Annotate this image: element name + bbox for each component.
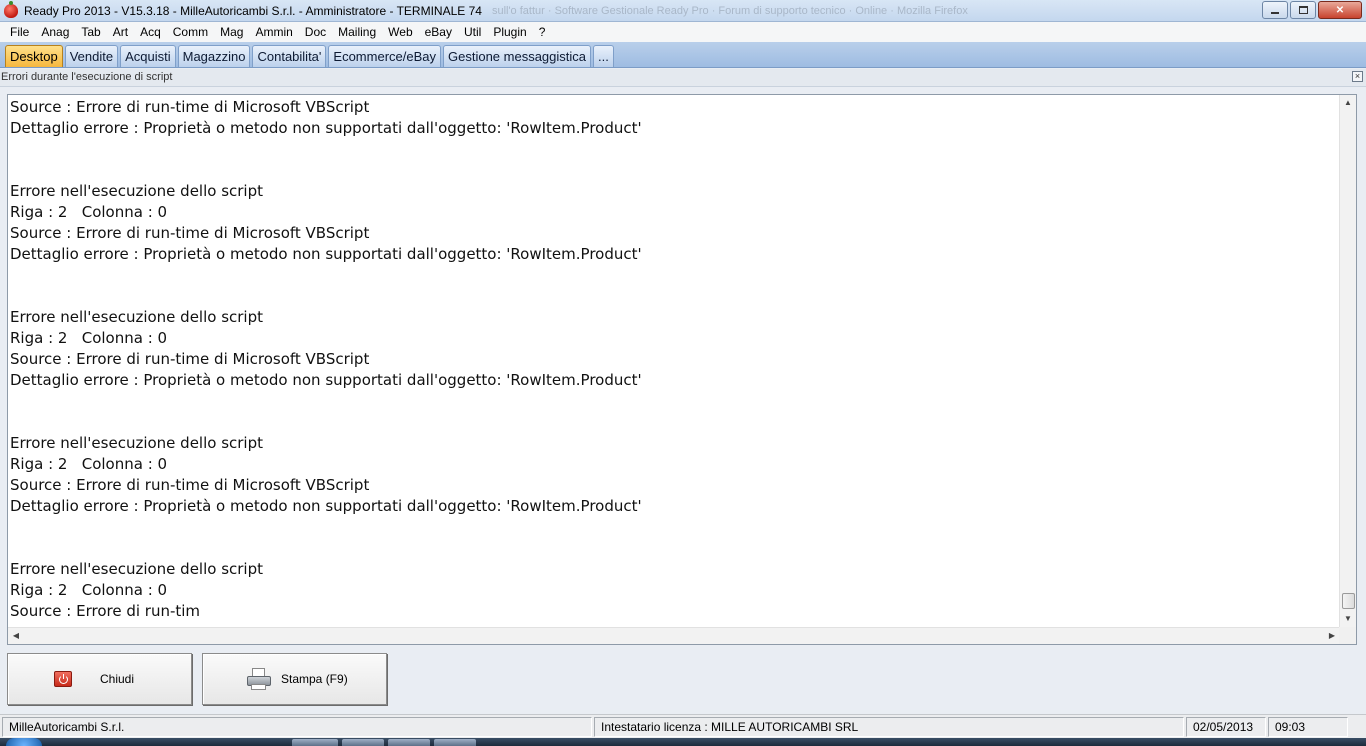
menu-bar: File Anag Tab Art Acq Comm Mag Ammin Doc… (0, 22, 1366, 42)
menu-ebay[interactable]: eBay (419, 22, 458, 42)
background-window-title: sull'o fattur · Software Gestionale Read… (491, 4, 968, 17)
maximize-button[interactable] (1290, 1, 1316, 19)
tab-more[interactable]: ... (593, 45, 614, 67)
menu-art[interactable]: Art (107, 22, 134, 42)
strawberry-app-icon (4, 0, 18, 18)
log-line: Dettaglio errore : Proprietà o metodo no… (10, 245, 642, 263)
window-title: Ready Pro 2013 - V15.3.18 - MilleAutoric… (24, 3, 482, 18)
panel-title: Errori durante l'esecuzione di script (1, 71, 173, 83)
stampa-button[interactable]: Stampa (F9) (202, 653, 387, 705)
tab-vendite[interactable]: Vendite (64, 45, 119, 67)
menu-anag[interactable]: Anag (35, 22, 75, 42)
status-bar: MilleAutoricambi S.r.l. Intestatario lic… (0, 714, 1366, 738)
log-line: Errore nell'esecuzione dello script (10, 182, 264, 200)
minimize-button[interactable] (1262, 1, 1288, 19)
start-orb-icon[interactable] (6, 738, 42, 746)
vertical-scrollbar[interactable]: ▲ ▼ (1339, 95, 1356, 627)
tab-acquisti[interactable]: Acquisti (120, 45, 176, 67)
os-taskbar (0, 738, 1366, 746)
log-line: Dettaglio errore : Proprietà o metodo no… (10, 497, 642, 515)
title-bar: Ready Pro 2013 - V15.3.18 - MilleAutoric… (0, 0, 1366, 22)
close-icon: ✕ (1335, 4, 1345, 16)
vertical-scroll-thumb[interactable] (1342, 593, 1355, 609)
status-time: 09:03 (1268, 717, 1348, 737)
log-line: Source : Errore di run-time di Microsoft… (10, 224, 370, 242)
menu-tab[interactable]: Tab (75, 22, 106, 42)
menu-acq[interactable]: Acq (134, 22, 167, 42)
scroll-corner (1339, 627, 1356, 644)
menu-util[interactable]: Util (458, 22, 487, 42)
panel-close-icon[interactable]: × (1352, 71, 1363, 82)
log-line: Errore nell'esecuzione dello script (10, 434, 264, 452)
status-date: 02/05/2013 (1186, 717, 1266, 737)
tab-magazzino[interactable]: Magazzino (177, 45, 251, 67)
menu-comm[interactable]: Comm (167, 22, 214, 42)
scroll-right-icon[interactable]: ▶ (1324, 628, 1340, 644)
log-line: Source : Errore di run-time di Microsoft… (10, 476, 370, 494)
module-tabs: Desktop Vendite Acquisti Magazzino Conta… (0, 42, 1366, 68)
minimize-icon (1271, 12, 1279, 14)
tab-contabilita[interactable]: Contabilita' (252, 45, 327, 67)
menu-mag[interactable]: Mag (214, 22, 249, 42)
scroll-up-icon[interactable]: ▲ (1340, 95, 1356, 111)
maximize-icon (1298, 6, 1308, 14)
menu-web[interactable]: Web (382, 22, 418, 42)
log-line: Errore nell'esecuzione dello script (10, 308, 264, 326)
menu-mailing[interactable]: Mailing (332, 22, 382, 42)
log-line: Dettaglio errore : Proprietà o metodo no… (10, 119, 642, 137)
status-license: Intestatario licenza : MILLE AUTORICAMBI… (594, 717, 1184, 737)
menu-help[interactable]: ? (533, 22, 552, 42)
menu-plugin[interactable]: Plugin (487, 22, 532, 42)
taskbar-item[interactable] (434, 739, 476, 746)
log-line: Riga : 2 Colonna : 0 (10, 203, 168, 221)
horizontal-scrollbar[interactable]: ◀ ▶ (8, 627, 1340, 644)
printer-icon (247, 668, 271, 690)
status-company: MilleAutoricambi S.r.l. (2, 717, 592, 737)
menu-doc[interactable]: Doc (299, 22, 332, 42)
log-line: Source : Errore di run-time di Microsoft… (10, 350, 370, 368)
scroll-down-icon[interactable]: ▼ (1340, 611, 1356, 627)
panel-header: Errori durante l'esecuzione di script × (0, 69, 1366, 87)
log-line: Errore nell'esecuzione dello script (10, 560, 264, 578)
tab-desktop[interactable]: Desktop (5, 45, 63, 67)
tab-gestione-messaggistica[interactable]: Gestione messaggistica (443, 45, 592, 67)
log-line: Riga : 2 Colonna : 0 (10, 581, 168, 599)
tab-ecommerce-ebay[interactable]: Ecommerce/eBay (328, 45, 441, 67)
chiudi-button[interactable]: Chiudi (7, 653, 192, 705)
log-line: Source : Errore di run-tim (10, 602, 201, 620)
taskbar-item[interactable] (342, 739, 384, 746)
error-log-content: Source : Errore di run-time di Microsoft… (10, 97, 1338, 627)
menu-ammin[interactable]: Ammin (249, 22, 298, 42)
error-log-textarea[interactable]: Source : Errore di run-time di Microsoft… (7, 94, 1357, 645)
taskbar-item[interactable] (292, 739, 338, 746)
power-icon (54, 671, 72, 687)
scroll-left-icon[interactable]: ◀ (8, 628, 24, 644)
close-window-button[interactable]: ✕ (1318, 1, 1362, 19)
taskbar-item[interactable] (388, 739, 430, 746)
log-line: Riga : 2 Colonna : 0 (10, 455, 168, 473)
window-controls: ✕ (1262, 1, 1362, 19)
stampa-label: Stampa (F9) (281, 672, 348, 686)
log-line: Dettaglio errore : Proprietà o metodo no… (10, 371, 642, 389)
log-line: Source : Errore di run-time di Microsoft… (10, 98, 370, 116)
log-line: Riga : 2 Colonna : 0 (10, 329, 168, 347)
chiudi-label: Chiudi (100, 672, 135, 686)
menu-file[interactable]: File (4, 22, 35, 42)
